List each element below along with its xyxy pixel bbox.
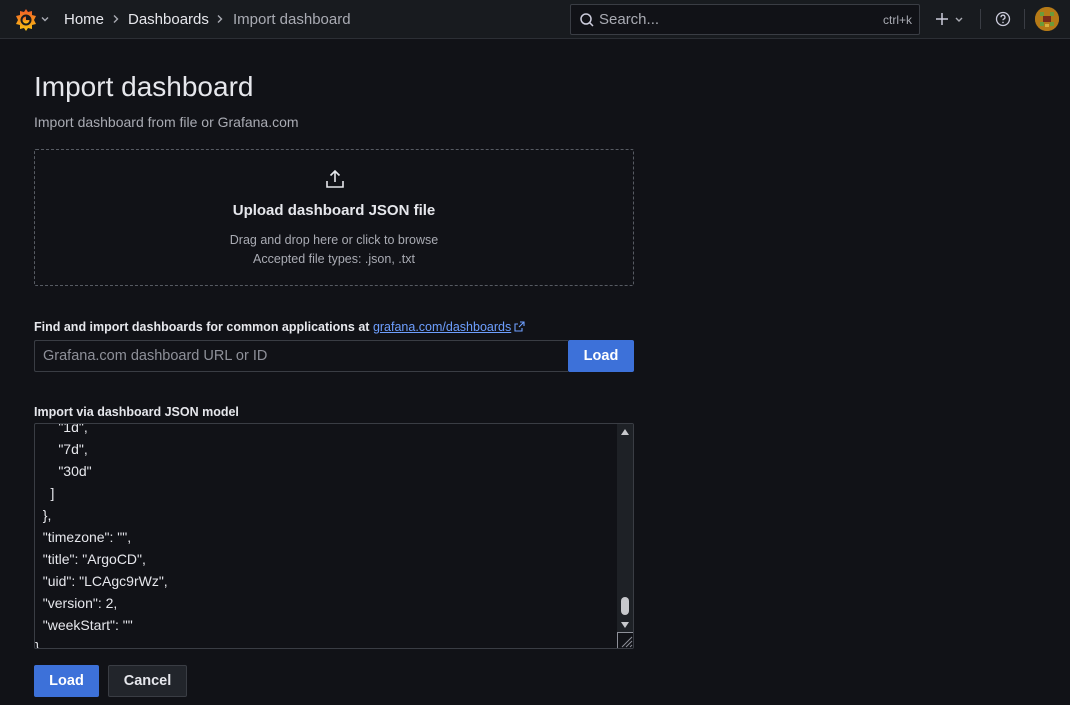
- divider: [1024, 9, 1025, 29]
- gcom-link-text: grafana.com/dashboards: [372, 320, 512, 334]
- json-line: "version": 2,: [35, 595, 118, 611]
- chevron-right-icon: [217, 15, 223, 23]
- json-line: ]: [35, 485, 55, 501]
- scroll-up-arrow-icon[interactable]: [620, 428, 630, 436]
- gcom-url-input[interactable]: [34, 340, 568, 372]
- gcom-dashboards-link[interactable]: grafana.com/dashboards: [373, 320, 525, 334]
- search-placeholder: Search...: [599, 11, 660, 28]
- external-link-icon: [514, 321, 525, 332]
- help-icon[interactable]: [995, 11, 1011, 27]
- plus-icon[interactable]: [934, 11, 950, 27]
- upload-file-types: Accepted file types: .json, .txt: [253, 252, 415, 266]
- upload-hint: Drag and drop here or click to browse: [229, 233, 439, 247]
- breadcrumb-home[interactable]: Home: [64, 11, 104, 28]
- textarea-scrollbar[interactable]: [617, 424, 633, 648]
- avatar[interactable]: [1035, 7, 1059, 31]
- scroll-down-arrow-icon[interactable]: [620, 621, 630, 629]
- json-line: "timezone": "",: [35, 529, 132, 545]
- json-model-textarea[interactable]: "1d", "7d", "30d" ] }, "timezone": "", "…: [34, 423, 634, 649]
- json-model-label: Import via dashboard JSON model: [34, 405, 239, 419]
- resize-grip-icon: [621, 636, 633, 648]
- upload-icon: [326, 169, 344, 188]
- chevron-right-icon: [113, 15, 119, 23]
- cancel-button[interactable]: Cancel: [108, 665, 187, 697]
- gcom-label: Find and import dashboards for common ap…: [34, 320, 525, 334]
- chevron-down-icon[interactable]: [40, 14, 50, 24]
- json-line: },: [35, 507, 52, 523]
- upload-dropzone[interactable]: Upload dashboard JSON file Drag and drop…: [34, 149, 634, 286]
- json-line: }: [35, 639, 40, 649]
- search-shortcut: ctrl+k: [882, 13, 912, 27]
- page-subtitle: Import dashboard from file or Grafana.co…: [34, 114, 299, 130]
- resize-handle[interactable]: [617, 632, 633, 648]
- gcom-load-button[interactable]: Load: [568, 340, 634, 372]
- breadcrumb-current: Import dashboard: [233, 11, 351, 28]
- page-title: Import dashboard: [34, 71, 254, 102]
- upload-title: Upload dashboard JSON file: [232, 202, 436, 219]
- load-button[interactable]: Load: [34, 665, 99, 697]
- scrollbar-thumb[interactable]: [621, 597, 629, 615]
- divider: [980, 9, 981, 29]
- json-content: "1d", "7d", "30d" ] }, "timezone": "", "…: [35, 423, 617, 649]
- top-bar: Home Dashboards Import dashboard Search.…: [0, 0, 1070, 39]
- search-input[interactable]: Search... ctrl+k: [570, 4, 920, 35]
- json-line: "7d",: [35, 441, 88, 457]
- search-icon: [580, 13, 594, 27]
- gcom-label-text: Find and import dashboards for common ap…: [34, 320, 370, 334]
- json-line: "1d",: [35, 423, 88, 435]
- chevron-down-icon[interactable]: [954, 15, 964, 25]
- json-line: "30d": [35, 463, 92, 479]
- breadcrumb-dashboards[interactable]: Dashboards: [128, 11, 209, 28]
- json-line: "title": "ArgoCD",: [35, 551, 146, 567]
- json-line: "uid": "LCAgc9rWz",: [35, 573, 168, 589]
- json-line: "weekStart": "": [35, 617, 133, 633]
- grafana-logo-icon[interactable]: [13, 7, 39, 33]
- avatar-image-icon: [1035, 7, 1059, 31]
